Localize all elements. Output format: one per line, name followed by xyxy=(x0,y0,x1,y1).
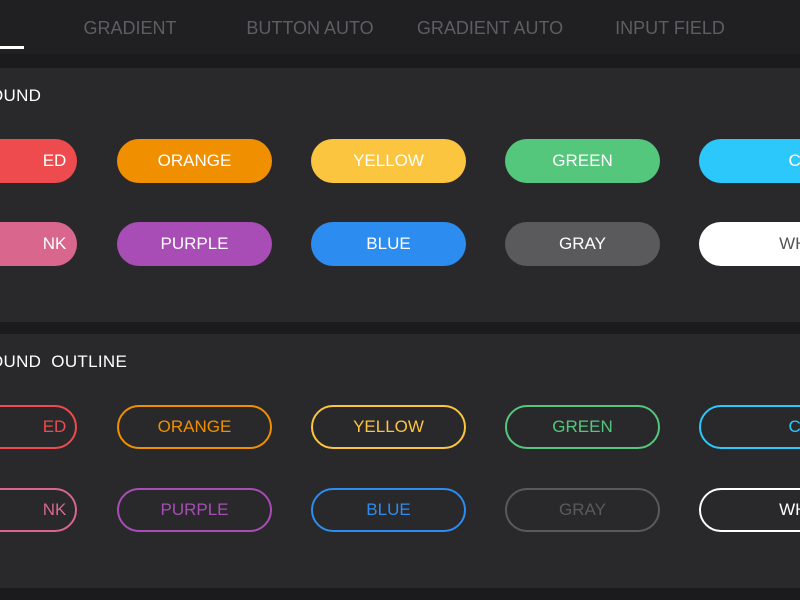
button-label: ORANGE xyxy=(157,151,232,170)
cyan-button[interactable]: CYAN xyxy=(699,139,800,183)
tab-gradient[interactable]: GRADIENT xyxy=(70,16,190,40)
button-label: PURPLE xyxy=(160,234,229,253)
white-button[interactable]: WHITE xyxy=(699,222,800,266)
button-label: NK xyxy=(42,234,67,253)
button-label: ED xyxy=(42,417,67,436)
button-label: ORANGE xyxy=(157,417,232,436)
button-label: YELLOW xyxy=(353,417,424,436)
tab-gradient-auto[interactable]: GRADIENT AUTO xyxy=(405,16,575,40)
cyan-outline-button[interactable]: CYAN xyxy=(699,405,800,449)
tab-input-field[interactable]: INPUT FIELD xyxy=(600,16,740,40)
button-label: NK xyxy=(42,500,67,519)
orange-outline-button[interactable]: ORANGE xyxy=(117,405,272,449)
yellow-button[interactable]: YELLOW xyxy=(311,139,466,183)
red-outline-button[interactable]: ED xyxy=(0,405,77,449)
pink-button[interactable]: NK xyxy=(0,222,77,266)
button-label: WHITE xyxy=(779,500,800,519)
red-button[interactable]: ED xyxy=(0,139,77,183)
tab-button-auto[interactable]: BUTTON AUTO xyxy=(235,16,385,40)
green-button[interactable]: GREEN xyxy=(505,139,660,183)
gray-button[interactable]: GRAY xyxy=(505,222,660,266)
button-label: GRAY xyxy=(559,500,606,519)
button-label: GREEN xyxy=(552,417,613,436)
white-outline-button[interactable]: WHITE xyxy=(699,488,800,532)
button-label: GRAY xyxy=(559,234,606,253)
button-label: BLUE xyxy=(366,500,411,519)
pink-outline-button[interactable]: NK xyxy=(0,488,77,532)
purple-outline-button[interactable]: PURPLE xyxy=(117,488,272,532)
blue-button[interactable]: BLUE xyxy=(311,222,466,266)
app-root: GRADIENT BUTTON AUTO GRADIENT AUTO INPUT… xyxy=(0,0,800,600)
button-label: GREEN xyxy=(552,151,613,170)
green-outline-button[interactable]: GREEN xyxy=(505,405,660,449)
tab-bar: GRADIENT BUTTON AUTO GRADIENT AUTO INPUT… xyxy=(0,0,800,54)
active-tab-indicator xyxy=(0,46,24,49)
purple-button[interactable]: PURPLE xyxy=(117,222,272,266)
section-title: OUND OUTLINE xyxy=(0,352,128,371)
orange-button[interactable]: ORANGE xyxy=(117,139,272,183)
button-label: YELLOW xyxy=(353,151,424,170)
button-label: PURPLE xyxy=(160,500,229,519)
yellow-outline-button[interactable]: YELLOW xyxy=(311,405,466,449)
button-label: WHITE xyxy=(779,234,800,253)
button-label: BLUE xyxy=(366,234,411,253)
button-label: ED xyxy=(42,151,67,170)
gray-outline-button[interactable]: GRAY xyxy=(505,488,660,532)
section-title: OUND xyxy=(0,86,42,105)
button-label: CYAN xyxy=(788,151,800,170)
button-label: CYAN xyxy=(788,417,800,436)
blue-outline-button[interactable]: BLUE xyxy=(311,488,466,532)
section-round-outline: OUND OUTLINE ED ORANGE YELLOW GREEN CYAN… xyxy=(0,334,800,588)
section-round: OUND ED ORANGE YELLOW GREEN CYAN NK PURP… xyxy=(0,68,800,322)
